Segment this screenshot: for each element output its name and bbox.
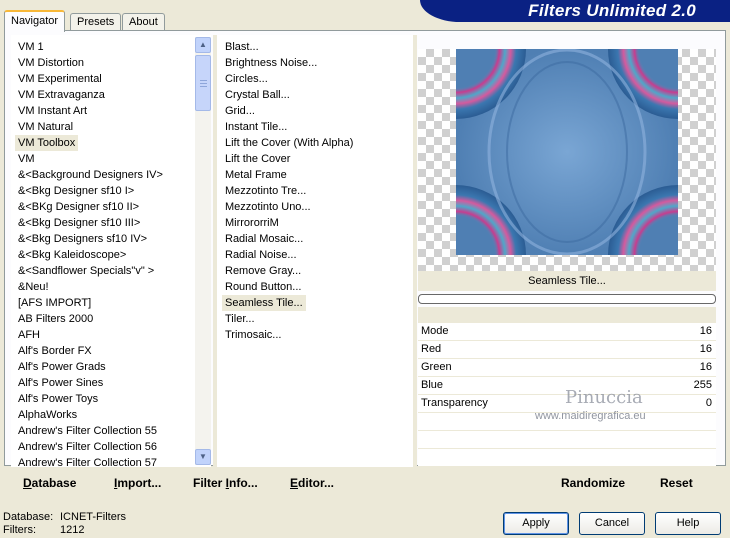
tab-about[interactable]: About — [122, 13, 165, 31]
filter-item[interactable]: Mezzotinto Uno... — [222, 199, 314, 215]
filter-item[interactable]: Blast... — [222, 39, 262, 55]
scroll-thumb[interactable] — [195, 55, 211, 111]
progress-bar — [418, 294, 716, 304]
selected-filter-name: Seamless Tile... — [418, 271, 716, 291]
filter-item[interactable]: Instant Tile... — [222, 119, 290, 135]
category-item[interactable]: Andrew's Filter Collection 56 — [15, 439, 160, 455]
category-item[interactable]: &<Bkg Designer sf10 I> — [15, 183, 137, 199]
param-row-empty — [418, 449, 716, 467]
filter-item[interactable]: Brightness Noise... — [222, 55, 320, 71]
category-item[interactable]: VM — [15, 151, 38, 167]
param-label: Mode — [421, 325, 449, 337]
filter-item[interactable]: Metal Frame — [222, 167, 290, 183]
filter-item[interactable]: Remove Gray... — [222, 263, 304, 279]
filter-list[interactable]: Blast... Brightness Noise... Circles... Cry… — [217, 35, 413, 467]
link-bar-right: Randomize Reset — [417, 471, 717, 495]
category-item[interactable]: &<Bkg Kaleidoscope> — [15, 247, 129, 263]
title-banner: Filters Unlimited 2.0 — [420, 0, 730, 22]
filter-item[interactable]: Radial Mosaic... — [222, 231, 306, 247]
param-value[interactable]: 0 — [706, 397, 712, 409]
filter-item[interactable]: Radial Noise... — [222, 247, 300, 263]
category-item[interactable]: &<Bkg Designers sf10 IV> — [15, 231, 150, 247]
category-item[interactable]: Alf's Power Grads — [15, 359, 109, 375]
editor-link[interactable]: Editor... — [290, 476, 334, 490]
status-filters-value: 1212 — [60, 524, 85, 536]
category-item[interactable]: AB Filters 2000 — [15, 311, 96, 327]
category-item[interactable]: VM 1 — [15, 39, 47, 55]
category-item[interactable]: &<Sandflower Specials"v" > — [15, 263, 157, 279]
filter-item[interactable]: Lift the Cover (With Alpha) — [222, 135, 356, 151]
category-item[interactable]: [AFS IMPORT] — [15, 295, 94, 311]
param-header-strip — [418, 307, 716, 323]
navigator-panel: ▲ ▼ VM 1 VM Distortion VM Experimental VM E… — [4, 30, 726, 495]
filter-item[interactable]: Crystal Ball... — [222, 87, 293, 103]
category-item[interactable]: Alf's Power Sines — [15, 375, 106, 391]
category-item[interactable]: &<Background Designers IV> — [15, 167, 166, 183]
category-item[interactable]: VM Experimental — [15, 71, 105, 87]
link-bar: Database Import... Filter Info... Editor… — [15, 471, 415, 495]
category-item[interactable]: Alf's Power Toys — [15, 391, 101, 407]
filter-item[interactable]: Trimosaic... — [222, 327, 284, 343]
filter-item[interactable]: Grid... — [222, 103, 258, 119]
status-database-value: ICNET-Filters — [60, 511, 126, 523]
param-value[interactable]: 16 — [700, 361, 712, 373]
category-list[interactable]: ▲ ▼ VM 1 VM Distortion VM Experimental VM E… — [11, 35, 211, 469]
status-filters-label: Filters: — [3, 524, 36, 536]
filter-item[interactable]: Round Button... — [222, 279, 304, 295]
tab-navigator[interactable]: Navigator — [4, 10, 66, 32]
apply-button[interactable]: Apply — [503, 512, 569, 535]
param-label: Green — [421, 361, 452, 373]
splitter-right[interactable] — [413, 35, 417, 467]
cancel-button[interactable]: Cancel — [579, 512, 645, 535]
category-scrollbar[interactable]: ▲ ▼ — [195, 37, 211, 465]
category-item[interactable]: Andrew's Filter Collection 55 — [15, 423, 160, 439]
preview-image — [456, 49, 678, 255]
category-item[interactable]: &<BKg Designer sf10 II> — [15, 199, 142, 215]
filter-info-link[interactable]: Filter Info... — [193, 476, 258, 490]
filter-item[interactable]: Seamless Tile... — [222, 295, 306, 311]
help-button[interactable]: Help — [655, 512, 721, 535]
app-title: Filters Unlimited 2.0 — [528, 1, 696, 20]
param-row-mode[interactable]: Mode 16 — [418, 323, 716, 341]
filter-item[interactable]: MirrororriM — [222, 215, 282, 231]
category-item[interactable]: Alf's Border FX — [15, 343, 95, 359]
category-item[interactable]: AlphaWorks — [15, 407, 80, 423]
filter-item[interactable]: Tiler... — [222, 311, 258, 327]
param-label: Transparency — [421, 397, 488, 409]
randomize-link[interactable]: Randomize — [561, 476, 625, 490]
filter-item[interactable]: Mezzotinto Tre... — [222, 183, 309, 199]
param-value[interactable]: 16 — [700, 325, 712, 337]
tab-presets[interactable]: Presets — [70, 13, 122, 31]
status-database-label: Database: — [3, 511, 54, 523]
reset-link[interactable]: Reset — [660, 476, 693, 490]
database-link[interactable]: Database — [23, 476, 76, 490]
scroll-down-button[interactable]: ▼ — [195, 449, 211, 465]
import-link[interactable]: Import... — [114, 476, 161, 490]
category-item[interactable]: VM Distortion — [15, 55, 87, 71]
category-item[interactable]: VM Natural — [15, 119, 76, 135]
filter-item[interactable]: Circles... — [222, 71, 271, 87]
watermark-name: Pinuccia — [565, 387, 643, 408]
watermark-url: www.maidiregrafica.eu — [535, 410, 646, 422]
scroll-up-button[interactable]: ▲ — [195, 37, 211, 53]
category-item[interactable]: &Neu! — [15, 279, 52, 295]
param-value[interactable]: 16 — [700, 343, 712, 355]
category-item[interactable]: Andrew's Filter Collection 57 — [15, 455, 160, 471]
preview-area — [418, 49, 716, 271]
filter-item[interactable]: Lift the Cover — [222, 151, 293, 167]
category-item[interactable]: AFH — [15, 327, 43, 343]
param-row-green[interactable]: Green 16 — [418, 359, 716, 377]
param-row-red[interactable]: Red 16 — [418, 341, 716, 359]
category-item[interactable]: &<Bkg Designer sf10 III> — [15, 215, 143, 231]
param-label: Blue — [421, 379, 444, 391]
param-row-empty — [418, 431, 716, 449]
category-item[interactable]: VM Toolbox — [15, 135, 79, 151]
category-item[interactable]: VM Extravaganza — [15, 87, 108, 103]
category-item[interactable]: VM Instant Art — [15, 103, 90, 119]
param-value[interactable]: 255 — [694, 379, 712, 391]
param-label: Red — [421, 343, 442, 355]
